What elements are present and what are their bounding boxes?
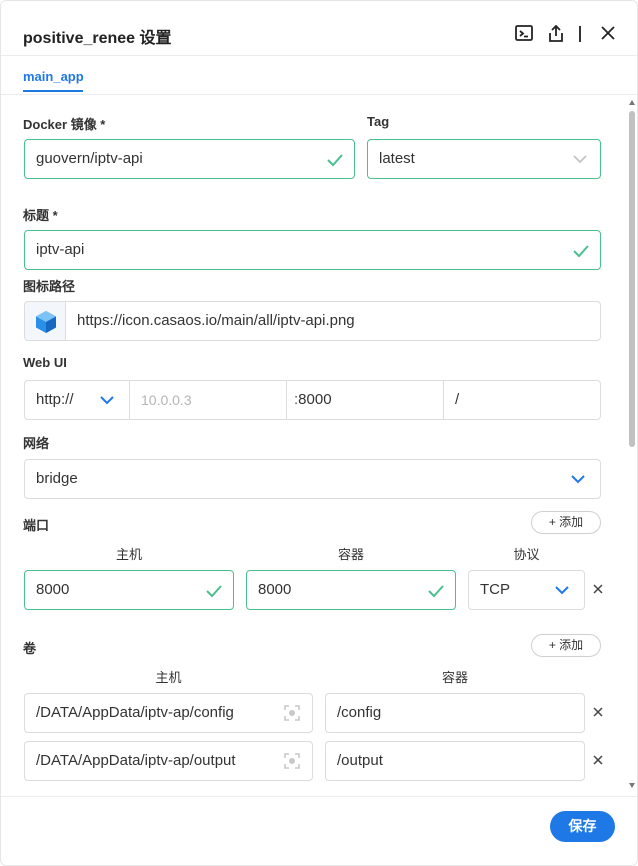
port-host-input[interactable]: 8000	[24, 570, 234, 610]
tag-select[interactable]: latest	[367, 139, 601, 179]
add-volume-label: 添加	[559, 638, 584, 652]
tab-bar: main_app	[1, 57, 637, 95]
docker-image-input[interactable]: guovern/iptv-api	[24, 139, 355, 179]
ports-col-host: 主机	[115, 547, 142, 562]
icon-preview	[24, 301, 66, 341]
dialog-header: positive_renee 设置	[1, 1, 637, 56]
webui-path-input[interactable]: /	[443, 380, 601, 420]
ports-label: 端口	[23, 518, 50, 533]
plus-icon: +	[548, 515, 560, 529]
check-icon	[327, 154, 343, 167]
network-select[interactable]: bridge	[24, 459, 601, 499]
port-host-value: 8000	[36, 581, 70, 598]
chevron-down-icon	[555, 586, 569, 595]
close-icon[interactable]	[598, 23, 618, 43]
webui-port-input[interactable]: :8000	[286, 380, 444, 420]
settings-dialog: positive_renee 设置 main_app Docker 镜像 * T…	[0, 0, 638, 866]
volumes-col-container: 容器	[441, 670, 468, 685]
volume-host-value: /DATA/AppData/iptv-ap/output	[36, 752, 236, 769]
icon-path-label: 图标路径	[23, 279, 76, 294]
network-label: 网络	[23, 436, 50, 451]
port-container-value: 8000	[258, 581, 292, 598]
ports-col-container: 容器	[337, 547, 364, 562]
check-icon	[573, 245, 589, 258]
volume-container-input[interactable]: /output	[325, 741, 585, 781]
check-icon	[206, 585, 222, 598]
cube-icon	[36, 311, 56, 333]
port-protocol-value: TCP	[480, 581, 510, 598]
volumes-label: 卷	[23, 641, 37, 656]
remove-volume-icon[interactable]	[592, 706, 604, 718]
tag-label: Tag	[367, 114, 390, 129]
webui-protocol-select[interactable]: http://	[24, 380, 130, 420]
icon-path-input[interactable]: https://icon.casaos.io/main/all/iptv-api…	[65, 301, 601, 341]
remove-port-icon[interactable]	[592, 583, 604, 595]
terminal-icon[interactable]	[514, 23, 534, 43]
dialog-footer: 保存	[1, 796, 637, 865]
webui-path-value: /	[455, 391, 460, 408]
volumes-col-host: 主机	[155, 670, 182, 685]
chevron-down-icon	[573, 155, 587, 164]
scrollbar-thumb[interactable]	[629, 111, 635, 447]
webui-protocol-value: http://	[36, 391, 74, 408]
title-label: 标题 *	[23, 208, 58, 223]
share-icon[interactable]	[546, 23, 566, 43]
dialog-title: positive_renee 设置	[23, 30, 172, 47]
scrollbar[interactable]	[627, 99, 637, 791]
port-protocol-select[interactable]: TCP	[468, 570, 585, 610]
add-volume-button[interactable]: + 添加	[531, 634, 601, 657]
remove-volume-icon[interactable]	[592, 754, 604, 766]
volume-container-value: /output	[337, 752, 383, 769]
title-input[interactable]: iptv-api	[24, 230, 601, 270]
title-value: iptv-api	[36, 241, 85, 258]
header-divider	[579, 26, 581, 42]
network-value: bridge	[36, 470, 78, 487]
volume-container-value: /config	[337, 704, 382, 721]
tab-main-app[interactable]: main_app	[23, 69, 84, 84]
tag-value: latest	[379, 150, 415, 167]
icon-path-value: https://icon.casaos.io/main/all/iptv-api…	[77, 312, 355, 329]
volume-container-input[interactable]: /config	[325, 693, 585, 733]
scroll-up-icon[interactable]	[628, 99, 636, 107]
add-port-button[interactable]: + 添加	[531, 511, 601, 534]
scroll-down-icon[interactable]	[628, 781, 636, 789]
volume-host-input[interactable]: /DATA/AppData/iptv-ap/config	[24, 693, 313, 733]
folder-select-icon[interactable]	[283, 752, 301, 770]
chevron-down-icon	[571, 475, 585, 484]
webui-port-value: 8000	[298, 391, 332, 408]
chevron-down-icon	[100, 396, 114, 405]
save-button[interactable]: 保存	[550, 811, 615, 842]
webui-host-placeholder: 10.0.0.3	[141, 392, 192, 408]
port-container-input[interactable]: 8000	[246, 570, 456, 610]
tab-active-indicator	[23, 90, 83, 92]
plus-icon: +	[548, 638, 560, 652]
docker-image-label: Docker 镜像 *	[23, 117, 106, 132]
webui-host-input[interactable]: 10.0.0.3	[129, 380, 287, 420]
folder-select-icon[interactable]	[283, 704, 301, 722]
check-icon	[428, 585, 444, 598]
volume-host-input[interactable]: /DATA/AppData/iptv-ap/output	[24, 741, 313, 781]
add-port-label: 添加	[559, 515, 584, 529]
webui-label: Web UI	[23, 355, 67, 370]
ports-col-protocol: 协议	[513, 547, 540, 562]
docker-image-value: guovern/iptv-api	[36, 150, 143, 167]
volume-host-value: /DATA/AppData/iptv-ap/config	[36, 704, 234, 721]
